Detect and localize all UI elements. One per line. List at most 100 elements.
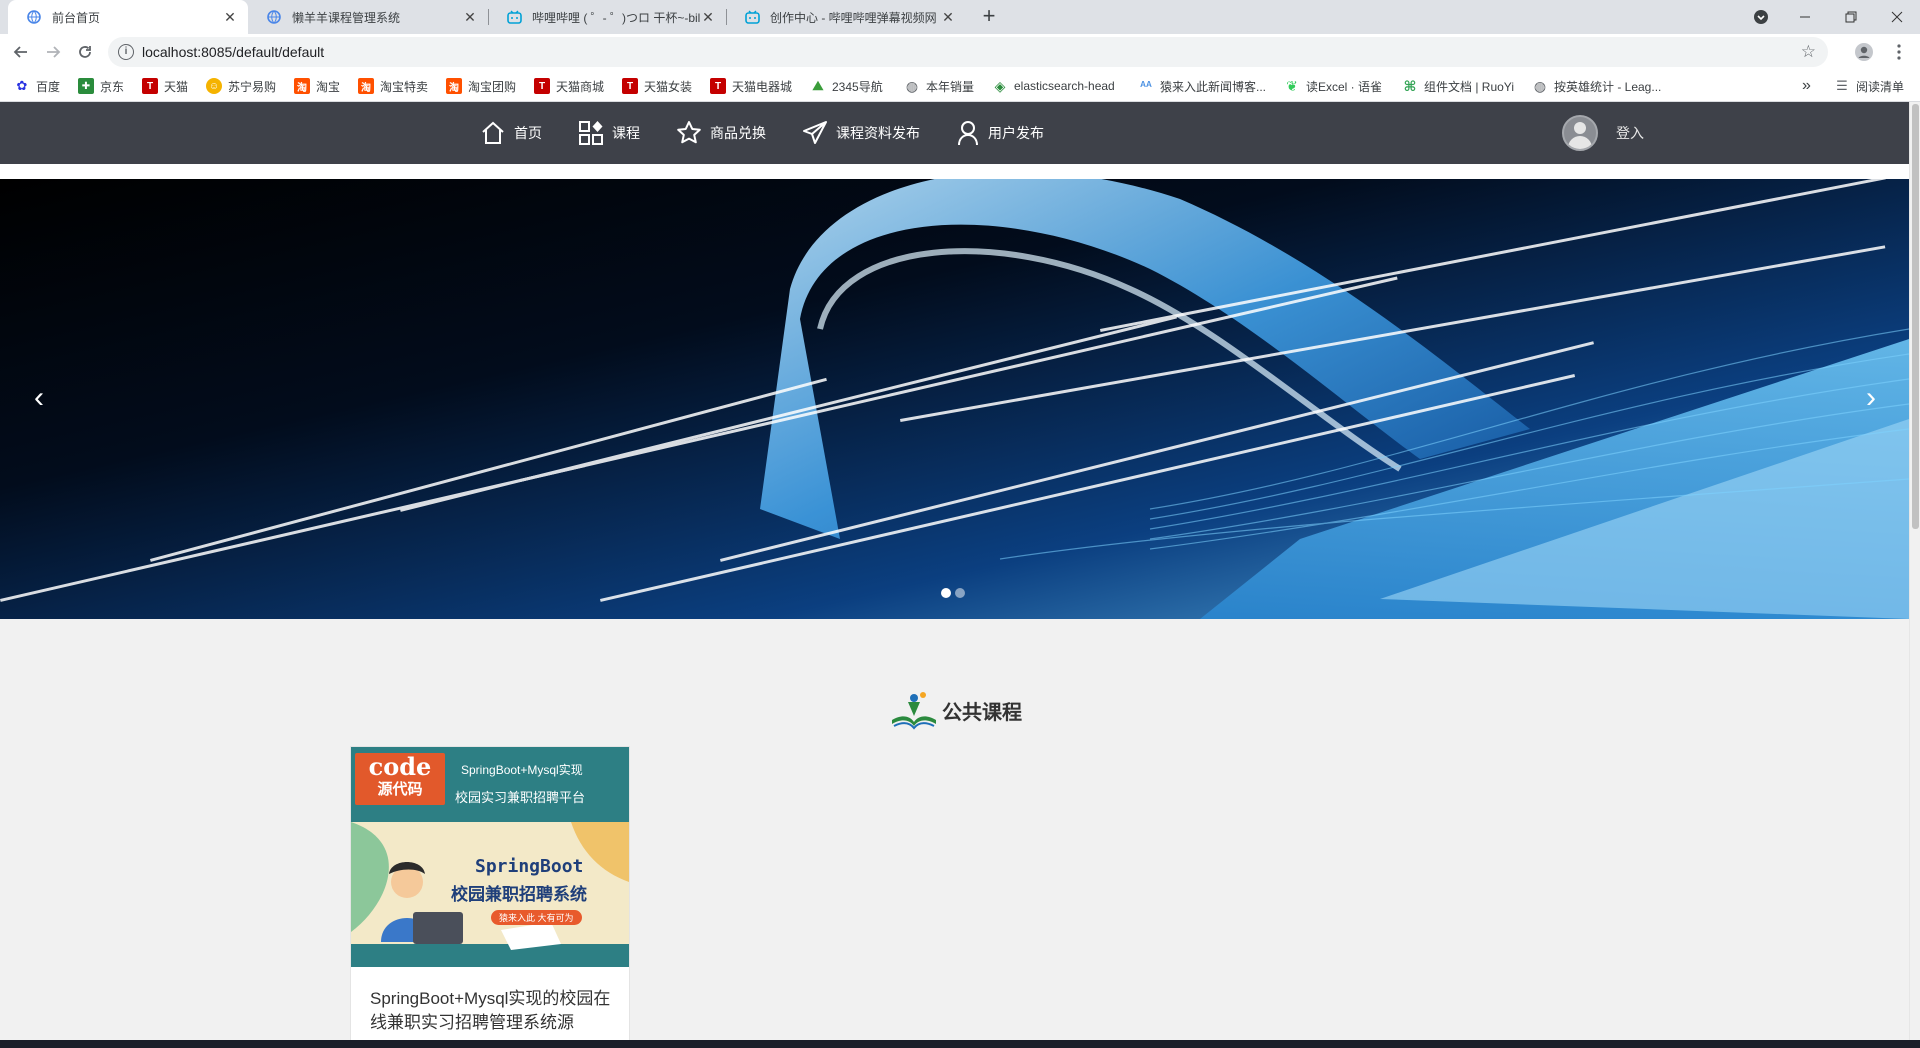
poster-tag: 猿来入此 大有可为 [491, 910, 582, 925]
nav-icon: ⛰ [812, 78, 824, 93]
taobao-icon: 淘 [446, 78, 462, 94]
browser-tab[interactable]: 哔哩哔哩 ( ゜- ゜)つロ 干杯~-bili ✕ [488, 0, 726, 34]
bookmark-label: 百度 [36, 79, 61, 94]
tab-title: 哔哩哔哩 ( ゜- ゜)つロ 干杯~-bili [532, 10, 700, 25]
forward-icon[interactable] [39, 38, 67, 66]
login-button[interactable]: 登入 [1562, 113, 1644, 153]
tmall-icon: T [142, 78, 158, 94]
tab-search-icon[interactable] [1738, 0, 1784, 34]
bookmark-item[interactable]: ❦ 读Excel · 语雀 [1284, 70, 1382, 102]
bookmark-item[interactable]: ⌘ 组件文档 | RuoYi [1402, 70, 1515, 102]
url-text: localhost:8085/default/default [142, 44, 325, 60]
bookmark-label: 天猫商城 [556, 79, 605, 94]
user-icon [958, 121, 978, 146]
apps-icon [579, 121, 603, 145]
yuque-icon: ❦ [1286, 77, 1298, 94]
code-logo-subtext: 源代码 [377, 781, 423, 798]
bookmark-item[interactable]: ✚ 京东 [78, 70, 124, 102]
bookmark-item[interactable]: 淘淘宝团购 [446, 70, 516, 102]
nav-label: 商品兑换 [710, 125, 766, 141]
tab-title: 创作中心 - 哔哩哔哩弹幕视频网 [770, 10, 937, 25]
site-nav-bar: 首页 课程 商品兑换 课程资料发布 用户发布 登入 [0, 102, 1909, 164]
close-window-icon[interactable] [1874, 0, 1920, 34]
banner-image [0, 179, 1909, 619]
new-tab-button[interactable]: + [976, 4, 1002, 30]
bookmark-item[interactable]: ⛰ 2345导航 [810, 70, 883, 102]
code-logo: code 源代码 [355, 753, 445, 805]
reload-icon[interactable] [71, 38, 99, 66]
page-scrollbar[interactable] [1909, 102, 1920, 1040]
taobao-icon: 淘 [358, 78, 374, 94]
bookmark-item[interactable]: T 天猫电器城 [710, 70, 792, 102]
baidu-icon: ✿ [16, 78, 28, 93]
nav-item-courses[interactable]: 课程 [578, 102, 640, 164]
back-icon[interactable] [7, 38, 35, 66]
carousel-dot[interactable] [941, 588, 951, 598]
tmall-icon: T [710, 78, 726, 94]
course-card[interactable]: code 源代码 SpringBoot+Mysql实现 校园实习兼职招聘平台 S… [350, 746, 630, 1046]
bookmark-item[interactable]: 淘淘宝 [294, 70, 340, 102]
bookmark-item[interactable]: T 天猫 [142, 70, 188, 102]
restore-icon[interactable] [1828, 0, 1874, 34]
thumb-poster: SpringBoot 校园兼职招聘系统 猿来入此 大有可为 [351, 822, 629, 957]
bookmark-item[interactable]: ◈ elasticsearch-head [992, 70, 1115, 102]
close-icon[interactable]: ✕ [700, 9, 716, 25]
nav-divider [0, 164, 1909, 179]
bookmark-label: 本年销量 [926, 79, 975, 94]
nav-label: 课程资料发布 [836, 125, 920, 141]
thumb-headline: SpringBoot+Mysql实现 [461, 763, 583, 777]
bookmark-item[interactable]: T 天猫女装 [622, 70, 692, 102]
blog-icon: ᴬᴬ [1140, 79, 1152, 93]
section-title: 公共课程 [890, 690, 1022, 730]
poster-title: SpringBoot [475, 856, 584, 877]
bookmark-label: 天猫女装 [644, 79, 693, 94]
nav-item-exchange[interactable]: 商品兑换 [676, 102, 766, 164]
course-thumbnail[interactable]: code 源代码 SpringBoot+Mysql实现 校园实习兼职招聘平台 S… [351, 747, 629, 967]
bookmark-item[interactable]: ◍ 按英雄统计 - Leag... [1532, 70, 1661, 102]
thumb-subheadline: 校园实习兼职招聘平台 [455, 790, 586, 805]
carousel-dot[interactable] [955, 588, 965, 598]
nav-item-user-publish[interactable]: 用户发布 [956, 102, 1044, 164]
bookmark-label: elasticsearch-head [1014, 79, 1115, 93]
reading-list-button[interactable]: ☰ 阅读清单 [1834, 70, 1904, 102]
site-info-icon[interactable]: i [118, 44, 134, 60]
banner-carousel[interactable]: ‹ › [0, 179, 1909, 619]
browser-tab[interactable]: 创作中心 - 哔哩哔哩弹幕视频网 ✕ [726, 0, 966, 34]
bookmark-label: 猿来入此新闻博客... [1160, 79, 1267, 94]
reading-list-label: 阅读清单 [1856, 79, 1905, 94]
more-bookmarks-button[interactable]: » [1802, 70, 1811, 102]
browser-tab[interactable]: 前台首页 ✕ [8, 0, 248, 34]
bookmark-label: 京东 [100, 79, 125, 94]
jd-icon: ✚ [78, 78, 94, 94]
carousel-next-icon[interactable]: › [1856, 383, 1886, 414]
close-icon[interactable]: ✕ [940, 9, 956, 25]
browser-tab[interactable]: 懒羊羊课程管理系统 ✕ [248, 0, 488, 34]
suning-icon: ☺ [206, 78, 222, 94]
star-icon [677, 121, 701, 144]
bookmarks-bar: ✿ 百度 ✚ 京东 T 天猫 ☺ 苏宁易购 淘淘宝 淘淘宝特卖 淘淘宝团购 T 天猫商城 … [0, 70, 1920, 102]
bookmark-item[interactable]: T 天猫商城 [534, 70, 604, 102]
nav-item-home[interactable]: 首页 [480, 102, 542, 164]
minimize-icon[interactable] [1782, 0, 1828, 34]
bookmark-label: 天猫电器城 [732, 79, 793, 94]
bookmark-item[interactable]: ☺ 苏宁易购 [206, 70, 276, 102]
bookmark-star-icon[interactable]: ☆ [1801, 42, 1816, 62]
es-icon: ◈ [994, 77, 1006, 94]
course-title[interactable]: SpringBoot+Mysql实现的校园在线兼职实习招聘管理系统源 [351, 967, 629, 1035]
bookmark-item[interactable]: 淘淘宝特卖 [358, 70, 428, 102]
tmall-icon: T [534, 78, 550, 94]
close-icon[interactable]: ✕ [222, 9, 238, 25]
carousel-prev-icon[interactable]: ‹ [24, 383, 54, 414]
bookmark-label: 淘宝特卖 [380, 79, 429, 94]
bookmark-item[interactable]: ᴬᴬ 猿来入此新闻博客... [1138, 70, 1266, 102]
menu-icon[interactable] [1885, 38, 1913, 66]
bookmark-label: 按英雄统计 - Leag... [1554, 79, 1662, 94]
os-taskbar [0, 1040, 1920, 1048]
close-icon[interactable]: ✕ [462, 9, 478, 25]
bookmark-item[interactable]: ◍ 本年销量 [904, 70, 974, 102]
address-bar[interactable]: i localhost:8085/default/default ☆ [108, 37, 1828, 67]
profile-icon[interactable] [1850, 38, 1878, 66]
nav-item-publish-materials[interactable]: 课程资料发布 [802, 102, 920, 164]
scrollbar-thumb[interactable] [1912, 104, 1919, 529]
bookmark-item[interactable]: ✿ 百度 [14, 70, 60, 102]
